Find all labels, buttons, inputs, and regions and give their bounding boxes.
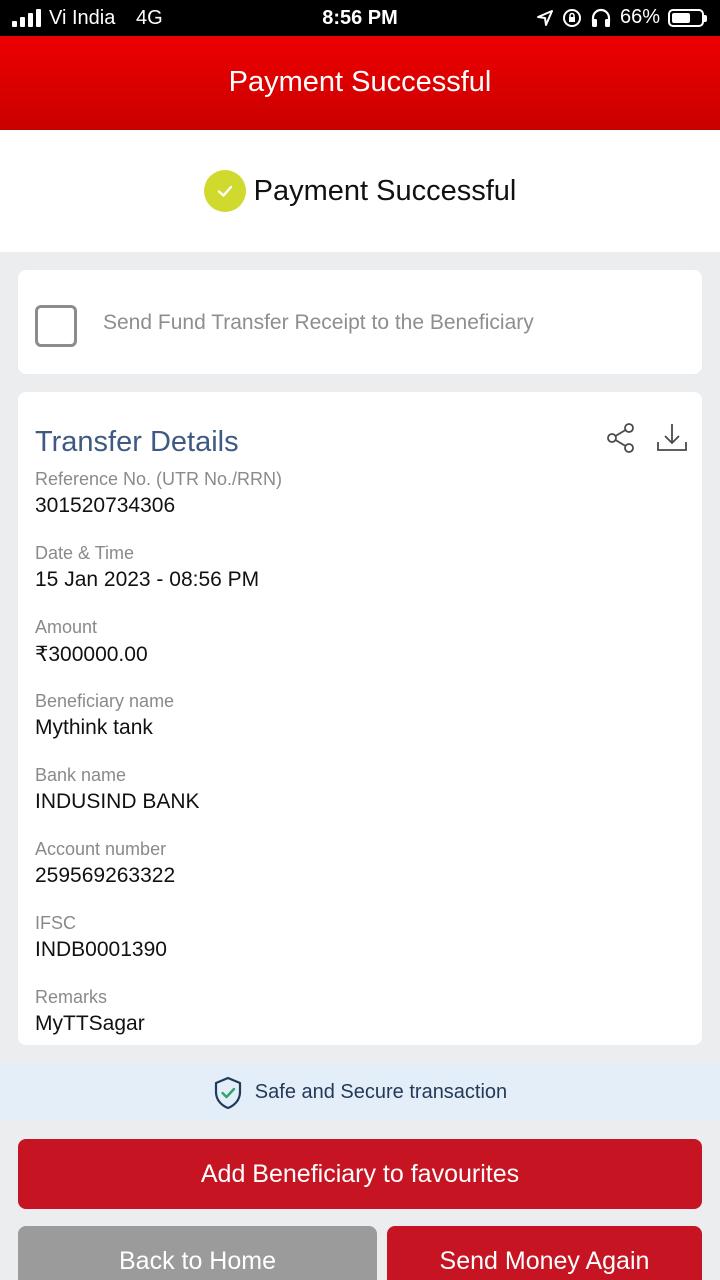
detail-date-time: Date & Time 15 Jan 2023 - 08:56 PM — [35, 543, 259, 592]
back-to-home-button[interactable]: Back to Home — [18, 1226, 377, 1280]
detail-reference-number: Reference No. (UTR No./RRN) 301520734306 — [35, 469, 282, 518]
page-title: Payment Successful — [228, 66, 492, 98]
app-header: Payment Successful — [0, 36, 720, 130]
detail-label: Date & Time — [35, 543, 135, 563]
download-icon[interactable] — [654, 420, 690, 456]
detail-value: ₹300000.00 — [35, 643, 148, 666]
detail-account-number: Account number 259569263322 — [35, 839, 175, 888]
send-money-again-button[interactable]: Send Money Again — [387, 1226, 702, 1280]
success-message: Payment Successful — [253, 174, 517, 207]
detail-label: Reference No. (UTR No./RRN) — [35, 469, 283, 489]
detail-amount: Amount ₹300000.00 — [35, 617, 148, 667]
secure-transaction-text: Safe and Secure transaction — [254, 1081, 508, 1103]
detail-value: INDUSIND BANK — [35, 790, 200, 813]
secure-transaction-note: Safe and Secure transaction — [0, 1064, 720, 1121]
headphones-icon — [591, 8, 611, 27]
detail-label: Account number — [35, 839, 167, 859]
check-circle-icon — [203, 170, 246, 212]
detail-remarks: Remarks MyTTSagar — [35, 987, 145, 1036]
detail-value: 259569263322 — [35, 864, 176, 887]
success-banner: Payment Successful — [0, 130, 720, 252]
send-receipt-label[interactable]: Send Fund Transfer Receipt to the Benefi… — [103, 311, 534, 335]
shield-check-icon — [214, 1076, 241, 1109]
send-receipt-checkbox[interactable] — [35, 305, 77, 347]
share-icon[interactable] — [603, 420, 639, 456]
detail-beneficiary-name: Beneficiary name Mythink tank — [35, 691, 174, 740]
detail-value: INDB0001390 — [35, 938, 167, 961]
detail-label: Beneficiary name — [35, 691, 175, 711]
detail-value: MyTTSagar — [35, 1012, 145, 1035]
detail-value: Mythink tank — [35, 716, 153, 739]
transfer-details-title: Transfer Details — [35, 426, 239, 458]
rotation-lock-icon — [562, 8, 581, 27]
detail-value: 301520734306 — [35, 494, 176, 517]
transfer-details-card: Transfer Details Reference No. (UTR No./… — [18, 392, 702, 1045]
detail-label: Remarks — [35, 987, 108, 1007]
detail-value: 15 Jan 2023 - 08:56 PM — [35, 568, 260, 591]
detail-ifsc: IFSC INDB0001390 — [35, 913, 167, 962]
receipt-option-card: Send Fund Transfer Receipt to the Benefi… — [18, 270, 702, 374]
detail-label: Bank name — [35, 765, 127, 785]
battery-icon — [668, 8, 707, 27]
detail-label: IFSC — [35, 913, 77, 933]
detail-label: Amount — [35, 617, 98, 637]
detail-bank-name: Bank name INDUSIND BANK — [35, 765, 200, 814]
location-arrow-icon — [536, 9, 553, 26]
add-beneficiary-favourites-button[interactable]: Add Beneficiary to favourites — [18, 1139, 702, 1209]
